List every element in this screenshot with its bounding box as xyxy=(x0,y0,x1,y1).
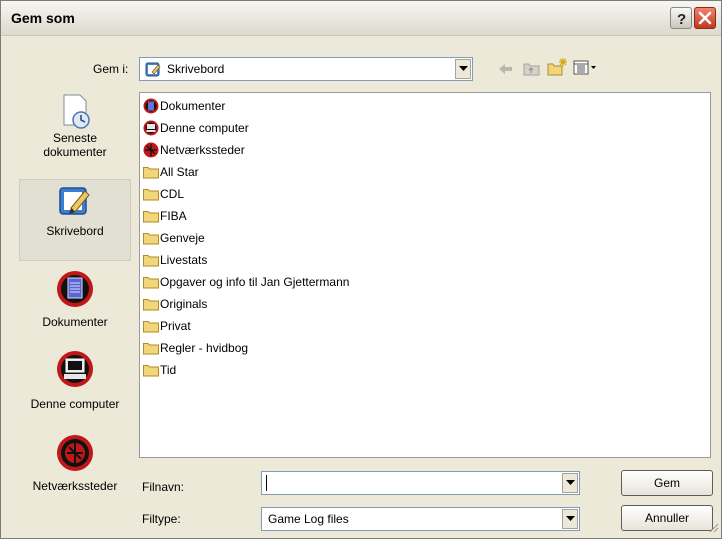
folder-icon xyxy=(143,167,159,179)
list-item[interactable]: FIBA xyxy=(143,206,187,226)
network-places-icon xyxy=(143,142,159,158)
up-folder-icon[interactable] xyxy=(523,60,541,80)
list-item-label: Tid xyxy=(160,363,177,377)
place-my-documents[interactable]: Dokumenter xyxy=(19,269,131,349)
list-item-label: Originals xyxy=(160,297,208,311)
chevron-down-icon[interactable] xyxy=(562,509,578,529)
place-my-computer[interactable]: Denne computer xyxy=(19,349,131,435)
list-item-label: Genveje xyxy=(160,231,205,245)
list-item[interactable]: Dokumenter xyxy=(143,96,225,116)
list-item[interactable]: Originals xyxy=(143,294,207,314)
place-desktop[interactable]: Skrivebord xyxy=(19,179,131,261)
place-label-recent-line1: Seneste xyxy=(52,131,98,145)
folder-icon xyxy=(143,189,159,201)
save-button[interactable]: Gem xyxy=(621,470,713,496)
places-bar: Seneste dokumenter Skrivebord Dokumenter… xyxy=(19,93,131,493)
chevron-down-icon[interactable] xyxy=(455,59,471,79)
list-item[interactable]: Denne computer xyxy=(143,118,249,138)
new-folder-icon[interactable] xyxy=(547,57,569,80)
place-label-network-places: Netværkssteder xyxy=(32,479,118,493)
place-label-desktop: Skrivebord xyxy=(46,224,104,238)
list-item[interactable]: All Star xyxy=(143,162,199,182)
list-item[interactable]: Netværkssteder xyxy=(143,140,245,160)
network-places-icon xyxy=(19,433,131,473)
dialog-title: Gem som xyxy=(11,10,75,26)
place-network-places[interactable]: Netværkssteder xyxy=(19,433,131,493)
list-item[interactable]: Opgaver og info til Jan Gjettermann xyxy=(143,272,349,292)
filename-field[interactable] xyxy=(261,471,580,495)
save-in-dropdown[interactable]: Skrivebord xyxy=(139,57,473,81)
list-item-label: Netværkssteder xyxy=(160,143,245,157)
folder-icon xyxy=(143,299,159,311)
list-item[interactable]: Livestats xyxy=(143,250,207,270)
place-label-recent-line2: dokumenter xyxy=(43,145,107,159)
my-documents-icon xyxy=(143,98,159,114)
filename-label: Filnavn: xyxy=(142,480,185,494)
cancel-button[interactable]: Annuller xyxy=(621,505,713,531)
place-recent-documents[interactable]: Seneste dokumenter xyxy=(19,93,131,177)
computer-icon xyxy=(143,120,159,136)
back-arrow-icon[interactable] xyxy=(497,61,515,80)
list-item-label: All Star xyxy=(160,165,199,179)
folder-icon xyxy=(143,211,159,223)
desktop-icon xyxy=(145,61,162,81)
resize-grip-icon[interactable] xyxy=(707,521,719,536)
list-item-label: Privat xyxy=(160,319,191,333)
text-caret xyxy=(266,475,267,491)
save-in-label: Gem i: xyxy=(93,62,129,76)
list-item-label: Dokumenter xyxy=(160,99,226,113)
my-documents-icon xyxy=(19,269,131,309)
folder-icon xyxy=(143,233,159,245)
recent-documents-icon xyxy=(19,93,131,131)
place-label-my-computer: Denne computer xyxy=(30,397,120,411)
close-icon[interactable] xyxy=(694,7,716,29)
folder-icon xyxy=(143,255,159,267)
save-in-value: Skrivebord xyxy=(167,62,225,76)
list-item[interactable]: Privat xyxy=(143,316,191,336)
desktop-icon xyxy=(20,184,130,220)
list-item[interactable]: CDL xyxy=(143,184,184,204)
chevron-down-icon[interactable] xyxy=(562,473,578,493)
file-list[interactable]: Dokumenter Denne computer Netværkssteder… xyxy=(139,92,711,458)
views-menu-icon[interactable] xyxy=(573,60,597,79)
list-item-label: Denne computer xyxy=(160,121,249,135)
folder-icon xyxy=(143,365,159,377)
list-item-label: CDL xyxy=(160,187,185,201)
list-item[interactable]: Genveje xyxy=(143,228,205,248)
list-item[interactable]: Tid xyxy=(143,360,176,380)
list-item-label: Opgaver og info til Jan Gjettermann xyxy=(160,275,350,289)
folder-icon xyxy=(143,343,159,355)
list-item-label: FIBA xyxy=(160,209,187,223)
list-item[interactable]: Regler - hvidbog xyxy=(143,338,248,358)
help-icon[interactable]: ? xyxy=(670,7,692,29)
list-item-label: Regler - hvidbog xyxy=(160,341,249,355)
save-as-dialog: Gem som ? Gem i: Skrivebord Seneste doku… xyxy=(0,0,722,539)
svg-text:?: ? xyxy=(677,11,686,28)
filetype-label: Filtype: xyxy=(142,512,181,526)
filetype-dropdown[interactable]: Game Log files xyxy=(261,507,580,531)
filetype-value: Game Log files xyxy=(268,512,349,526)
folder-icon xyxy=(143,277,159,289)
folder-icon xyxy=(143,321,159,333)
title-bar: Gem som ? xyxy=(1,1,721,36)
list-item-label: Livestats xyxy=(160,253,208,267)
place-label-my-documents: Dokumenter xyxy=(42,315,108,329)
computer-icon xyxy=(19,349,131,389)
